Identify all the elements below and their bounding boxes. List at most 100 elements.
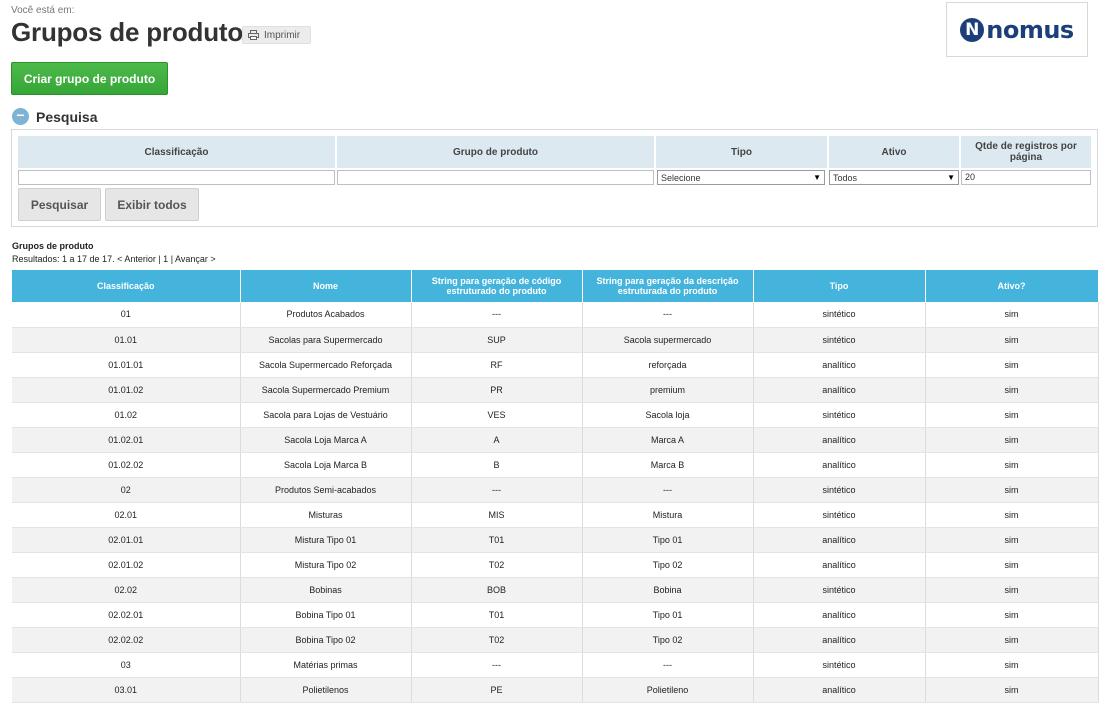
column-header[interactable]: Nome xyxy=(240,270,412,302)
tipo-select-value: Selecione xyxy=(661,172,701,183)
table-cell: sim xyxy=(925,652,1099,678)
table-cell: SUP xyxy=(411,327,583,353)
table-cell: 02.01 xyxy=(12,502,241,528)
table-row[interactable]: 03 Matérias primas --- --- sintético sim xyxy=(12,652,1099,678)
table-cell: analítico xyxy=(753,352,926,378)
table-cell: analítico xyxy=(753,552,926,578)
table-cell: analítico xyxy=(753,602,926,628)
table-row[interactable]: 02.02.02 Bobina Tipo 02 T02 Tipo 02 analític… xyxy=(12,627,1099,653)
table-cell: 01.02 xyxy=(12,402,241,428)
table-cell: PE xyxy=(411,677,583,703)
table-cell: 02.02 xyxy=(12,577,241,603)
search-button[interactable]: Pesquisar xyxy=(18,188,101,221)
table-cell: sim xyxy=(925,502,1099,528)
table-body: 01 Produtos Acabados --- --- sintético sim 01.… xyxy=(12,302,1099,703)
column-header[interactable]: String para geração de código estruturad… xyxy=(411,270,583,302)
table-row[interactable]: 02 Produtos Semi-acabados --- --- sintético s… xyxy=(12,477,1099,503)
table-cell: 03 xyxy=(12,652,241,678)
table-cell: analítico xyxy=(753,677,926,703)
table-cell: sintético xyxy=(753,477,926,503)
grupo-produto-input[interactable] xyxy=(337,170,654,185)
table-row[interactable]: 03.01 Polietilenos PE Polietileno analítico s… xyxy=(12,677,1099,703)
table-row[interactable]: 01.02.01 Sacola Loja Marca A A Marca Aanalí… xyxy=(12,427,1099,453)
logo-text: nomus xyxy=(986,15,1074,44)
table-cell: Sacola Loja Marca B xyxy=(240,452,412,478)
table-cell: premium xyxy=(582,377,754,403)
table-cell: sim xyxy=(925,677,1099,703)
table-cell: sim xyxy=(925,377,1099,403)
table-cell: Sacolas para Supermercado xyxy=(240,327,412,353)
table-cell: Sacola Supermercado Premium xyxy=(240,377,412,403)
table-cell: MIS xyxy=(411,502,583,528)
table-cell: B xyxy=(411,452,583,478)
table-row[interactable]: 02.01.01 Mistura Tipo 01 T01 Tipo 01 analíti… xyxy=(12,527,1099,553)
table-cell: sim xyxy=(925,477,1099,503)
table-cell: analítico xyxy=(753,377,926,403)
table-cell: T01 xyxy=(411,527,583,553)
table-cell: RF xyxy=(411,352,583,378)
table-cell: sim xyxy=(925,402,1099,428)
table-cell: Misturas xyxy=(240,502,412,528)
table-cell: sim xyxy=(925,352,1099,378)
table-cell: Tipo 01 xyxy=(582,527,754,553)
table-cell: --- xyxy=(582,652,754,678)
table-row[interactable]: 02.02.01 Bobina Tipo 01 T01 Tipo 01 analític… xyxy=(12,602,1099,628)
table-cell: 02.01.01 xyxy=(12,527,241,553)
table-cell: Produtos Acabados xyxy=(240,302,412,328)
filter-label-classificacao: Classificação xyxy=(18,136,335,168)
table-cell: Mistura xyxy=(582,502,754,528)
show-all-button[interactable]: Exibir todos xyxy=(105,188,199,221)
table-cell: Polietileno xyxy=(582,677,754,703)
column-header[interactable]: Classificação xyxy=(12,270,241,302)
table-row[interactable]: 02.02 Bobinas BOB Bobina sintético sim xyxy=(12,577,1099,603)
table-cell: 01.01 xyxy=(12,327,241,353)
table-cell: Marca B xyxy=(582,452,754,478)
results-pagination[interactable]: Resultados: 1 a 17 de 17. < Anterior | 1… xyxy=(12,254,216,264)
print-button[interactable]: Imprimir xyxy=(242,26,311,44)
table-cell: BOB xyxy=(411,577,583,603)
table-cell: sintético xyxy=(753,402,926,428)
table-row[interactable]: 01.01.02 Sacola Supermercado Premium PR pre… xyxy=(12,377,1099,403)
table-row[interactable]: 02.01.02 Mistura Tipo 02 T02 Tipo 02 analíti… xyxy=(12,552,1099,578)
collapse-icon[interactable]: − xyxy=(12,108,29,125)
breadcrumb: Você está em: xyxy=(11,5,75,16)
ativo-select[interactable]: Todos ▼ xyxy=(829,170,959,185)
column-header[interactable]: Ativo? xyxy=(925,270,1099,302)
filter-label-qtde: Qtde de registros por página xyxy=(961,136,1091,168)
table-cell: analítico xyxy=(753,452,926,478)
table-row[interactable]: 01.02.02 Sacola Loja Marca B B Marca Banalí… xyxy=(12,452,1099,478)
table-header-row: Classificação Nome String para geração d… xyxy=(12,270,1099,302)
table-cell: analítico xyxy=(753,627,926,653)
table-cell: 02.01.02 xyxy=(12,552,241,578)
dropdown-arrow-icon: ▼ xyxy=(813,173,821,182)
qtde-registros-input[interactable]: 20 xyxy=(961,170,1091,185)
column-header[interactable]: Tipo xyxy=(753,270,926,302)
tipo-select[interactable]: Selecione ▼ xyxy=(657,170,825,185)
table-row[interactable]: 02.01 Misturas MIS Mistura sintético sim xyxy=(12,502,1099,528)
table-cell: VES xyxy=(411,402,583,428)
table-cell: Produtos Semi-acabados xyxy=(240,477,412,503)
table-row[interactable]: 01.01.01 Sacola Supermercado Reforçada RF r… xyxy=(12,352,1099,378)
table-cell: Bobina Tipo 02 xyxy=(240,627,412,653)
table-cell: sintético xyxy=(753,502,926,528)
table-cell: Matérias primas xyxy=(240,652,412,678)
filter-label-tipo: Tipo xyxy=(656,136,827,168)
print-label: Imprimir xyxy=(264,29,301,41)
table-cell: 01.02.02 xyxy=(12,452,241,478)
column-header[interactable]: String para geração da descrição estrutu… xyxy=(582,270,754,302)
table-cell: Bobina Tipo 01 xyxy=(240,602,412,628)
table-row[interactable]: 01 Produtos Acabados --- --- sintético sim xyxy=(12,302,1099,328)
table-cell: Sacola Supermercado Reforçada xyxy=(240,352,412,378)
table-cell: Bobina xyxy=(582,577,754,603)
table-cell: T02 xyxy=(411,552,583,578)
product-groups-table: Classificação Nome String para geração d… xyxy=(12,270,1099,703)
table-cell: 02.02.02 xyxy=(12,627,241,653)
table-row[interactable]: 01.02 Sacola para Lojas de Vestuário VES Sa… xyxy=(12,402,1099,428)
table-cell: --- xyxy=(411,302,583,328)
table-cell: --- xyxy=(411,477,583,503)
create-product-group-button[interactable]: Criar grupo de produto xyxy=(11,62,168,95)
table-row[interactable]: 01.01 Sacolas para Supermercado SUP Sacola … xyxy=(12,327,1099,353)
table-cell: --- xyxy=(411,652,583,678)
table-cell: Tipo 02 xyxy=(582,627,754,653)
classificacao-input[interactable] xyxy=(18,170,335,185)
